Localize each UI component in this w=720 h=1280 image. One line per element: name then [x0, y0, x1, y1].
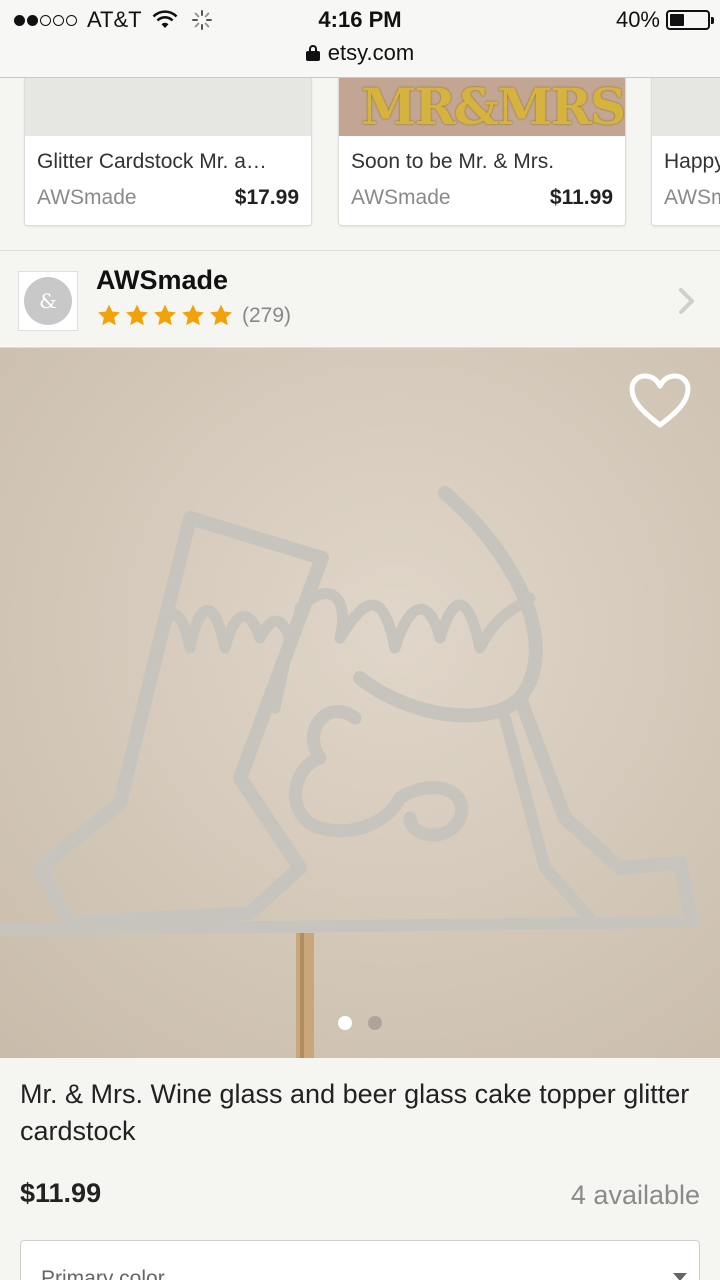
listing-price: $11.99 [20, 1178, 102, 1208]
item-shop: AWSmade [664, 186, 720, 209]
chevron-right-icon[interactable] [678, 287, 696, 315]
item-shop: AWSmade [351, 186, 451, 209]
item-thumbnail: MR&MRS [339, 78, 625, 136]
url-text: etsy.com [327, 40, 415, 65]
shop-rating: (279) [96, 303, 291, 328]
item-price: $11.99 [549, 186, 613, 209]
lock-icon [305, 45, 320, 61]
availability-text: 4 available [570, 1180, 700, 1210]
item-thumbnail [652, 78, 720, 136]
address-bar[interactable]: etsy.com [0, 40, 720, 66]
favorite-heart-icon[interactable] [628, 372, 692, 430]
shop-avatar[interactable]: & [18, 271, 78, 331]
product-photo [0, 348, 720, 1058]
dropdown-caret-icon [673, 1273, 687, 1280]
listing-details: Mr. & Mrs. Wine glass and beer glass cak… [0, 1058, 720, 1280]
image-pager[interactable] [0, 1016, 720, 1030]
shop-logo-icon: & [24, 277, 72, 325]
star-icon [210, 304, 232, 326]
item-title: Glitter Cardstock Mr. a… [37, 150, 267, 173]
related-item-card[interactable]: Happy AWSmade [651, 78, 720, 226]
product-image-gallery[interactable] [0, 348, 720, 1058]
listing-title: Mr. & Mrs. Wine glass and beer glass cak… [20, 1079, 690, 1146]
related-items-carousel[interactable]: Glitter Cardstock Mr. a… AWSmade $17.99 … [0, 78, 720, 248]
item-title: Soon to be Mr. & Mrs. [351, 150, 555, 173]
related-item-card[interactable]: Glitter Cardstock Mr. a… AWSmade $17.99 [24, 78, 312, 226]
primary-color-select[interactable]: Primary color [20, 1240, 700, 1280]
item-price: $17.99 [234, 186, 299, 209]
star-icon [126, 304, 148, 326]
pager-dot[interactable] [368, 1016, 382, 1030]
battery-icon [666, 10, 714, 30]
star-icon [98, 304, 120, 326]
shop-name[interactable]: AWSmade [96, 265, 228, 296]
item-thumbnail [25, 78, 311, 136]
pager-dot[interactable] [338, 1016, 352, 1030]
status-bar: AT&T 4:16 PM 40% etsy.com [0, 0, 720, 78]
related-item-card[interactable]: MR&MRS Soon to be Mr. & Mrs. AWSmade $11… [338, 78, 626, 226]
clock: 4:16 PM [318, 7, 402, 32]
star-icon [182, 304, 204, 326]
battery-percentage: 40% [615, 7, 660, 32]
item-title: Happy [664, 150, 720, 173]
select-label: Primary color [41, 1267, 165, 1280]
star-icon [154, 304, 176, 326]
thumbnail-lettering: MR&MRS [361, 78, 625, 136]
review-count: (279) [242, 303, 292, 327]
item-shop: AWSmade [37, 186, 137, 209]
shop-header[interactable]: & AWSmade (279) [0, 250, 720, 348]
